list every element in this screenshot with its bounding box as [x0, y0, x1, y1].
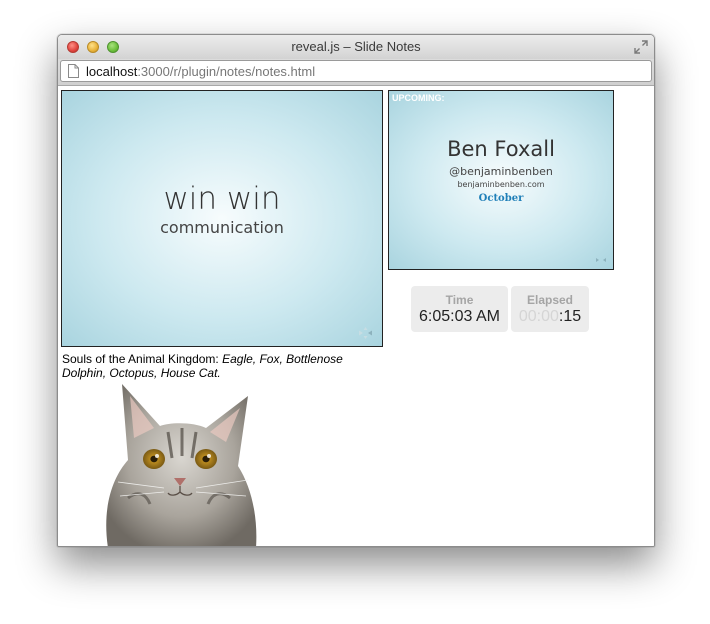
upcoming-slide: UPCOMING: Ben Foxall @benjaminbenben ben… — [388, 90, 614, 270]
upcoming-slide-name: Ben Foxall — [447, 137, 555, 161]
address-bar[interactable]: localhost:3000/r/plugin/notes/notes.html — [60, 60, 652, 82]
current-slide: win win communication — [61, 90, 383, 347]
slide-controls-icon[interactable] — [355, 326, 375, 340]
clock-panel: Time 6:05:03 AM — [411, 286, 508, 332]
elapsed-seconds: :15 — [558, 308, 582, 325]
cat-image — [106, 384, 257, 546]
url-text: localhost:3000/r/plugin/notes/notes.html — [86, 64, 315, 79]
window-title: reveal.js – Slide Notes — [291, 39, 421, 54]
upcoming-slide-controls-icon — [596, 258, 606, 262]
upcoming-slide-handle: @benjaminbenben — [449, 165, 553, 178]
clock-label: Time — [445, 293, 474, 307]
speaker-notes: Souls of the Animal Kingdom: Eagle, Fox,… — [62, 352, 362, 380]
clock-value: 6:05:03 AM — [419, 308, 500, 325]
fullscreen-icon[interactable] — [634, 40, 648, 54]
upcoming-label: UPCOMING: — [392, 93, 445, 103]
elapsed-value: 00:00:15 — [511, 308, 589, 326]
elapsed-hours-minutes: 00:00 — [518, 308, 559, 325]
october-logo: October — [478, 193, 524, 204]
elapsed-panel[interactable]: Elapsed 00:00:15 — [511, 286, 589, 332]
title-bar: reveal.js – Slide Notes — [58, 35, 654, 59]
notes-prefix: Souls of the Animal Kingdom: — [62, 352, 223, 366]
browser-window: reveal.js – Slide Notes localhost:3000/r… — [57, 34, 655, 547]
current-slide-subtitle: communication — [160, 218, 284, 237]
url-path: :3000/r/plugin/notes/notes.html — [137, 64, 316, 79]
url-host: localhost — [86, 64, 138, 79]
upcoming-slide-site: benjaminbenben.com — [457, 180, 545, 189]
page-content: win win communication UPCOMING: Ben Foxa… — [58, 86, 654, 546]
toolbar: localhost:3000/r/plugin/notes/notes.html — [58, 59, 654, 86]
page-icon — [68, 64, 79, 78]
current-slide-title: win win — [163, 181, 281, 217]
elapsed-label: Elapsed — [526, 293, 574, 307]
